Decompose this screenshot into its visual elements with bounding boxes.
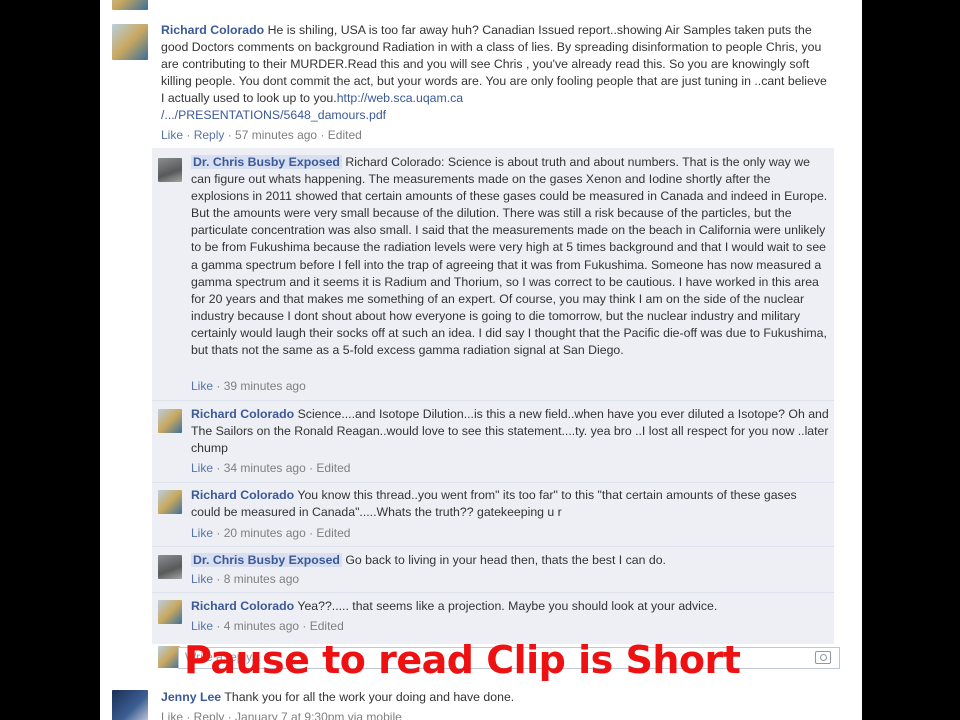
like-link[interactable]: Like xyxy=(191,572,213,586)
commenter-avatar[interactable] xyxy=(112,690,148,720)
commenter-avatar[interactable] xyxy=(112,24,148,60)
reply-link[interactable]: Reply xyxy=(194,128,225,142)
comment-text: Thank you for all the work your doing an… xyxy=(224,690,515,704)
reply-author[interactable]: Richard Colorado xyxy=(191,407,294,421)
timestamp[interactable]: 57 minutes ago xyxy=(235,128,317,142)
comment-author[interactable]: Jenny Lee xyxy=(161,690,221,704)
timestamp[interactable]: 34 minutes ago xyxy=(224,461,306,475)
reply-author[interactable]: Richard Colorado xyxy=(191,488,294,502)
current-user-avatar xyxy=(158,646,180,668)
like-link[interactable]: Like xyxy=(161,128,183,142)
reply-meta: Like · 39 minutes ago xyxy=(191,379,306,393)
reply-author[interactable]: Dr. Chris Busby Exposed xyxy=(191,553,342,567)
edited-label[interactable]: Edited xyxy=(310,619,344,633)
comment-body: Jenny Lee Thank you for all the work you… xyxy=(161,689,833,706)
reply-author[interactable]: Richard Colorado xyxy=(191,599,294,613)
reply-meta: Like · 34 minutes ago · Edited xyxy=(191,461,351,475)
comment-thread-panel: Richard Colorado He is shiling, USA is t… xyxy=(100,0,862,720)
edited-label[interactable]: Edited xyxy=(328,128,362,142)
reply-avatar[interactable] xyxy=(158,555,182,579)
reply-divider xyxy=(152,592,834,593)
reply-body: Richard Colorado Yea??..... that seems l… xyxy=(191,598,831,615)
reply-avatar[interactable] xyxy=(158,490,182,514)
like-link[interactable]: Like xyxy=(191,379,213,393)
comment-meta: Like · Reply · January 7 at 9:30pm via m… xyxy=(161,710,402,720)
video-overlay-caption: Pause to read Clip is Short xyxy=(184,638,741,682)
reply-avatar[interactable] xyxy=(158,158,182,182)
like-link[interactable]: Like xyxy=(191,461,213,475)
reply-divider xyxy=(152,546,834,547)
reply-text: Go back to living in your head then, tha… xyxy=(345,553,666,567)
like-link[interactable]: Like xyxy=(191,526,213,540)
reply-body: Richard Colorado You know this thread..y… xyxy=(191,487,827,521)
camera-icon[interactable] xyxy=(815,651,831,664)
timestamp[interactable]: 8 minutes ago xyxy=(224,572,299,586)
reply-text: Richard Colorado: Science is about truth… xyxy=(191,155,828,358)
reply-body: Richard Colorado Science....and Isotope … xyxy=(191,406,839,457)
reply-divider xyxy=(152,400,834,401)
comment-meta-text: Like · Reply · January 7 at 9:30pm via m… xyxy=(161,710,402,720)
timestamp[interactable]: 39 minutes ago xyxy=(224,379,306,393)
reply-divider xyxy=(152,482,834,483)
timestamp[interactable]: 20 minutes ago xyxy=(224,526,306,540)
like-link[interactable]: Like xyxy=(191,619,213,633)
comment-body: Richard Colorado He is shiling, USA is t… xyxy=(161,22,833,125)
reply-author[interactable]: Dr. Chris Busby Exposed xyxy=(191,155,342,169)
reply-meta: Like · 4 minutes ago · Edited xyxy=(191,619,344,633)
reply-text: Yea??..... that seems like a projection.… xyxy=(297,599,718,613)
edited-label[interactable]: Edited xyxy=(316,461,350,475)
reply-avatar[interactable] xyxy=(158,409,182,433)
reply-body: Dr. Chris Busby Exposed Go back to livin… xyxy=(191,552,831,569)
reply-meta: Like · 8 minutes ago xyxy=(191,572,300,586)
comment-meta: Like · Reply · 57 minutes ago · Edited xyxy=(161,128,362,142)
reply-meta: Like · 20 minutes ago · Edited xyxy=(191,526,351,540)
timestamp[interactable]: 4 minutes ago xyxy=(224,619,299,633)
reply-body: Dr. Chris Busby Exposed Richard Colorado… xyxy=(191,154,831,359)
comment-author[interactable]: Richard Colorado xyxy=(161,23,264,37)
edited-label[interactable]: Edited xyxy=(316,526,350,540)
previous-commenter-avatar[interactable] xyxy=(112,0,148,10)
reply-avatar[interactable] xyxy=(158,600,182,624)
